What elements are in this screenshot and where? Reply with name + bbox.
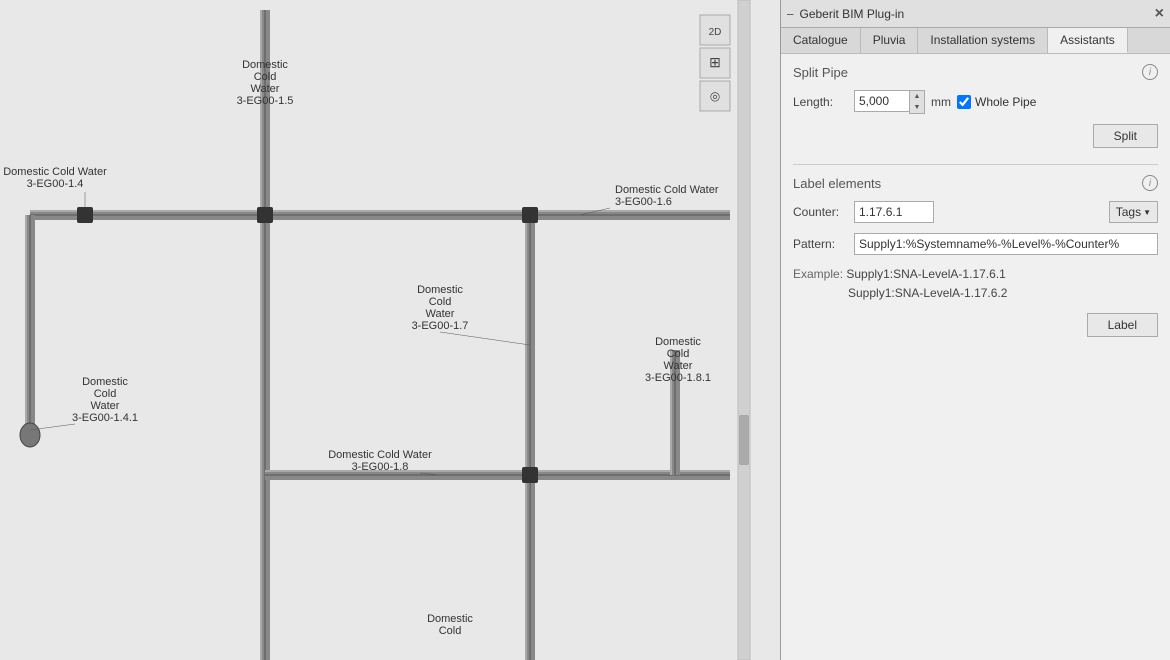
spinner-buttons: ▲ ▼ [909, 90, 925, 114]
panel-content: Split Pipe i Length: ▲ ▼ mm Whole Pipe S… [781, 54, 1170, 660]
svg-text:Domestic: Domestic [427, 613, 473, 625]
right-panel: ⎯ Geberit BIM Plug-in × CataloguePluviaI… [780, 0, 1170, 660]
spinner-up-button[interactable]: ▲ [910, 91, 924, 102]
counter-input[interactable] [854, 201, 934, 223]
split-button[interactable]: Split [1093, 124, 1158, 148]
svg-text:3-EG00-1.7: 3-EG00-1.7 [412, 320, 469, 332]
unit-label: mm [931, 95, 951, 109]
svg-text:Cold: Cold [439, 625, 462, 637]
svg-text:3-EG00-1.5: 3-EG00-1.5 [237, 95, 294, 107]
length-label: Length: [793, 95, 848, 109]
svg-text:Domestic: Domestic [655, 336, 701, 348]
example-text: Example: Supply1:SNA-LevelA-1.17.6.1 Sup… [793, 265, 1158, 303]
svg-text:Cold: Cold [94, 388, 117, 400]
tags-button[interactable]: Tags ▼ [1109, 201, 1158, 223]
svg-text:⊞: ⊞ [709, 54, 721, 70]
split-pipe-header: Split Pipe i [793, 64, 1158, 80]
example-line-1: Supply1:SNA-LevelA-1.17.6.1 [846, 267, 1005, 281]
app-title: Geberit BIM Plug-in [800, 7, 1149, 21]
split-pipe-info-icon[interactable]: i [1142, 64, 1158, 80]
whole-pipe-checkbox[interactable] [957, 95, 971, 109]
title-bar: ⎯ Geberit BIM Plug-in × [781, 0, 1170, 28]
svg-text:Domestic: Domestic [82, 376, 128, 388]
tags-arrow-icon: ▼ [1143, 208, 1151, 217]
example-prefix: Example: [793, 267, 843, 281]
whole-pipe-wrapper: Whole Pipe [957, 95, 1036, 109]
svg-text:Cold: Cold [667, 348, 690, 360]
label-button-row: Label [793, 313, 1158, 337]
svg-text:Domestic: Domestic [417, 284, 463, 296]
counter-label: Counter: [793, 205, 848, 219]
svg-text:Domestic Cold Water: Domestic Cold Water [3, 166, 107, 178]
spinner-down-button[interactable]: ▼ [910, 102, 924, 113]
label-button[interactable]: Label [1087, 313, 1158, 337]
pin-icon[interactable]: ⎯ [787, 6, 794, 22]
split-pipe-title: Split Pipe [793, 65, 848, 80]
label-elements-title: Label elements [793, 176, 881, 191]
length-input[interactable] [854, 90, 909, 112]
pattern-row: Pattern: [793, 233, 1158, 255]
svg-text:3-EG00-1.4: 3-EG00-1.4 [27, 178, 84, 190]
close-button[interactable]: × [1155, 5, 1164, 23]
example-line-2: Supply1:SNA-LevelA-1.17.6.2 [848, 286, 1007, 300]
pattern-input[interactable] [854, 233, 1158, 255]
svg-text:Water: Water [91, 400, 120, 412]
svg-text:3-EG00-1.8: 3-EG00-1.8 [352, 461, 409, 473]
svg-text:Water: Water [251, 83, 280, 95]
svg-text:Domestic Cold Water: Domestic Cold Water [615, 184, 719, 196]
tab-catalogue[interactable]: Catalogue [781, 28, 861, 53]
length-row: Length: ▲ ▼ mm Whole Pipe [793, 90, 1158, 114]
label-elements-header: Label elements i [793, 175, 1158, 191]
svg-text:Domestic: Domestic [242, 59, 288, 71]
tab-pluvia[interactable]: Pluvia [861, 28, 919, 53]
svg-text:3-EG00-1.4.1: 3-EG00-1.4.1 [72, 412, 138, 424]
svg-text:2D: 2D [709, 27, 722, 38]
section-divider [793, 164, 1158, 165]
cad-viewport: Domestic Cold Water 3-EG00-1.5 Domestic … [0, 0, 780, 660]
svg-text:3-EG00-1.8.1: 3-EG00-1.8.1 [645, 372, 711, 384]
tab-installation-systems[interactable]: Installation systems [918, 28, 1048, 53]
split-button-row: Split [793, 124, 1158, 148]
svg-text:Water: Water [664, 360, 693, 372]
svg-text:Water: Water [426, 308, 455, 320]
pattern-label: Pattern: [793, 237, 848, 251]
length-spinner: ▲ ▼ [854, 90, 925, 114]
svg-text:◎: ◎ [710, 89, 720, 103]
svg-text:Domestic Cold Water: Domestic Cold Water [328, 449, 432, 461]
tabs-bar: CataloguePluviaInstallation systemsAssis… [781, 28, 1170, 54]
whole-pipe-label: Whole Pipe [975, 95, 1036, 109]
svg-text:Cold: Cold [254, 71, 277, 83]
tab-assistants[interactable]: Assistants [1048, 28, 1128, 53]
tags-button-label: Tags [1116, 205, 1141, 219]
label-elements-info-icon[interactable]: i [1142, 175, 1158, 191]
svg-text:3-EG00-1.6: 3-EG00-1.6 [615, 196, 672, 208]
counter-row: Counter: Tags ▼ [793, 201, 1158, 223]
svg-text:Cold: Cold [429, 296, 452, 308]
cad-drawing: Domestic Cold Water 3-EG00-1.5 Domestic … [0, 0, 780, 660]
